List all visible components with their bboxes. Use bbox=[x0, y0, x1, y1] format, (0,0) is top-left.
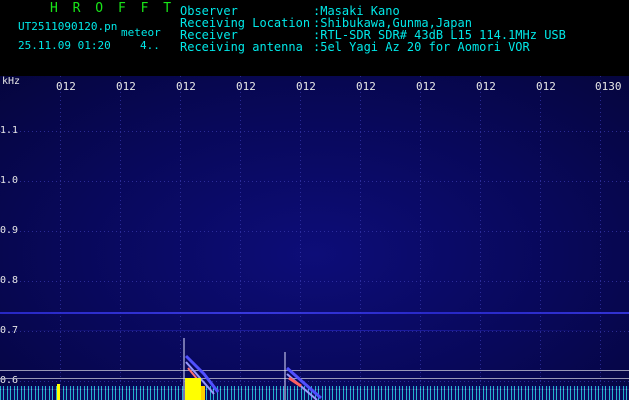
y-tick-label: 1.0 bbox=[0, 175, 19, 186]
small-echo bbox=[57, 384, 60, 400]
x-tick-label: 0130 bbox=[595, 80, 622, 93]
x-tick-label: 012 bbox=[56, 80, 76, 93]
grid-line bbox=[0, 181, 629, 182]
x-tick-label: 012 bbox=[176, 80, 196, 93]
grid-line bbox=[0, 231, 629, 232]
grid-line bbox=[600, 76, 601, 400]
y-tick-label: 0.8 bbox=[0, 275, 19, 286]
carrier-trace bbox=[0, 312, 629, 314]
meteor-echo-1 bbox=[183, 338, 220, 400]
grid-line bbox=[0, 131, 629, 132]
x-tick-label: 012 bbox=[116, 80, 136, 93]
y-tick-label: 1.1 bbox=[0, 125, 19, 136]
x-tick-label: 012 bbox=[416, 80, 436, 93]
grid-line bbox=[60, 76, 61, 400]
x-tick-label: 012 bbox=[236, 80, 256, 93]
grid-line bbox=[240, 76, 241, 400]
antenna-label: Receiving antenna bbox=[180, 40, 303, 54]
x-tick-label: 012 bbox=[356, 80, 376, 93]
extra-label: 4.. bbox=[140, 39, 160, 52]
y-tick-label: 0.9 bbox=[0, 225, 19, 236]
grid-line bbox=[480, 76, 481, 400]
grid-line bbox=[0, 331, 629, 332]
x-tick-label: 012 bbox=[296, 80, 316, 93]
y-tick-label: 0.6 bbox=[0, 375, 19, 386]
faint-trace bbox=[0, 330, 629, 331]
grid-line bbox=[540, 76, 541, 400]
x-tick-label: 012 bbox=[536, 80, 556, 93]
grid-line bbox=[0, 281, 629, 282]
grid-line bbox=[420, 76, 421, 400]
datetime-label: 25.11.09 01:20 bbox=[18, 39, 111, 52]
filename-label: UT2511090120.pn bbox=[18, 20, 118, 33]
spectrogram-plot: kHz 1.1 1.0 0.9 0.8 0.7 0.6 012 012 012 … bbox=[0, 76, 629, 400]
grid-line bbox=[360, 76, 361, 400]
grid-line bbox=[120, 76, 121, 400]
x-tick-label: 012 bbox=[476, 80, 496, 93]
meteor-echo-2 bbox=[284, 352, 322, 400]
axis-unit: kHz bbox=[2, 76, 21, 87]
brand-logo: H R O F F T bbox=[50, 1, 175, 16]
antenna-value: :5el Yagi Az 20 for Aomori VOR bbox=[313, 40, 530, 54]
event-tag: meteor bbox=[121, 26, 161, 39]
header-bar: H R O F F T UT2511090120.pn meteor 25.11… bbox=[0, 0, 629, 76]
